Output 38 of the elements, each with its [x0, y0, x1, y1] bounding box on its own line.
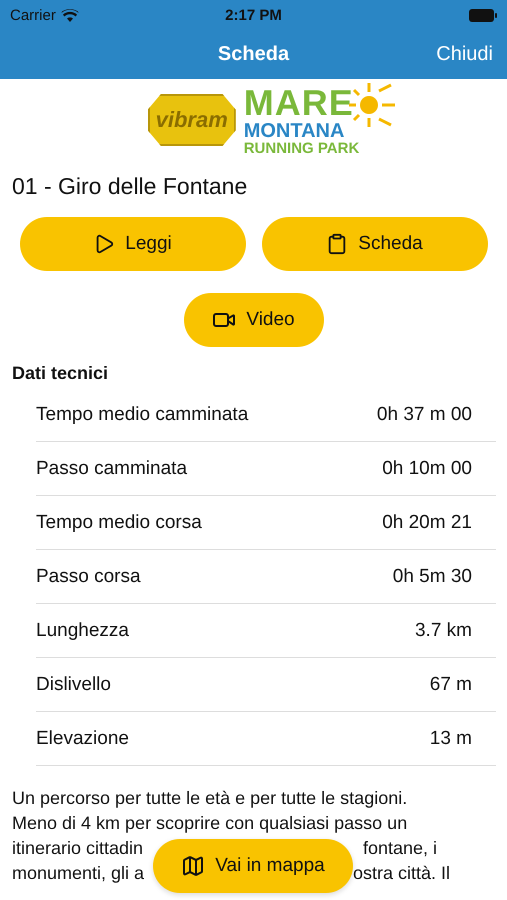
row-label: Elevazione — [36, 728, 129, 750]
logo-badge: vibram — [148, 94, 236, 146]
clipboard-icon — [326, 233, 348, 255]
section-heading: Dati tecnici — [12, 363, 110, 384]
row-value: 67 m — [430, 674, 472, 696]
row-label: Passo camminata — [36, 458, 188, 480]
description-text: ostra città. Il — [352, 862, 450, 885]
row-label: Passo corsa — [36, 566, 141, 588]
close-link[interactable]: Chiudi — [436, 43, 493, 66]
description-text: itinerario cittadin — [12, 837, 144, 860]
description-text: Meno di 4 km per scoprire con qualsiasi passo un — [12, 812, 408, 835]
sheet-button[interactable]: Scheda — [262, 217, 488, 271]
description-text: monumenti, gli a — [12, 862, 144, 885]
description-text: Un percorso per tutte le età e per tutte le stagioni. — [12, 787, 408, 810]
row-label: Dislivello — [36, 674, 111, 696]
map-button[interactable]: Vai in mappa — [153, 839, 353, 893]
logo-text: MONTANA — [244, 120, 346, 140]
row-value: 0h 20m 21 — [382, 512, 472, 534]
logo-text: MARE — [244, 84, 355, 120]
logo-text: RUNNING PARK — [244, 140, 360, 156]
row-label: Tempo medio camminata — [36, 404, 248, 426]
row-label: Lunghezza — [36, 620, 129, 642]
row-value: 13 m — [430, 728, 472, 750]
row-value: 3.7 km — [414, 620, 472, 642]
route-title: 01 - Giro delle Fontane — [12, 173, 248, 201]
description-text: fontane, i — [362, 837, 437, 860]
carrier-label: Carrier — [10, 6, 56, 24]
video-button[interactable]: Video — [184, 293, 324, 347]
row-value: 0h 10m 00 — [382, 458, 472, 480]
read-button[interactable]: Leggi — [20, 217, 246, 271]
map-icon — [181, 854, 206, 878]
wifi-icon — [60, 8, 79, 22]
clock-time: 2:17 PM — [225, 6, 282, 24]
nav-title: Scheda — [218, 43, 290, 66]
row-label: Tempo medio corsa — [36, 512, 202, 534]
battery-icon — [468, 8, 497, 22]
row-value: 0h 37 m 00 — [376, 404, 472, 426]
row-value: 0h 5m 30 — [392, 566, 472, 588]
